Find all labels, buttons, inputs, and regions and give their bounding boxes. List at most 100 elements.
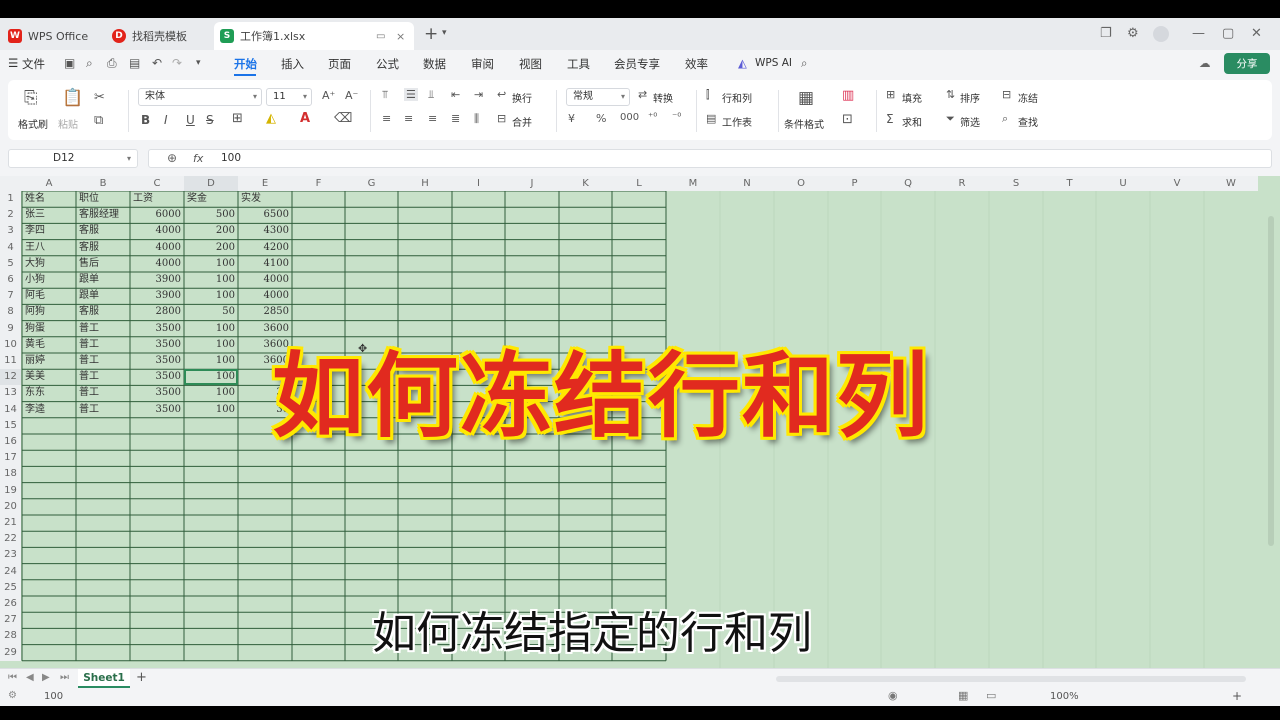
table-cell[interactable]: 200: [184, 223, 238, 239]
zoom-formula-icon[interactable]: ⊕: [167, 151, 177, 165]
table-cell[interactable]: 奖金: [184, 191, 238, 207]
fx-icon[interactable]: fx: [193, 152, 203, 165]
table-cell[interactable]: 4200: [238, 240, 292, 256]
row-header-24[interactable]: 24: [0, 563, 21, 580]
bold-icon[interactable]: B: [141, 113, 150, 127]
find-icon[interactable]: ⌕: [1002, 112, 1008, 126]
number-format-select[interactable]: 常规 ▾: [566, 88, 630, 106]
justify-icon[interactable]: ≣: [451, 112, 460, 125]
eye-protect-icon[interactable]: ◉: [888, 689, 898, 702]
border-icon[interactable]: ⊞: [232, 111, 243, 126]
quick-access-chevron-icon[interactable]: ▾: [196, 58, 201, 68]
prev-sheet-icon[interactable]: ◀: [26, 672, 34, 683]
column-header-S[interactable]: S: [989, 176, 1043, 191]
table-cell[interactable]: 小狗: [22, 272, 76, 288]
italic-icon[interactable]: I: [164, 113, 168, 127]
align-left-icon[interactable]: ≡: [382, 112, 391, 125]
table-cell[interactable]: 100: [184, 288, 238, 304]
save-icon[interactable]: ▣: [64, 56, 75, 70]
fill-color-icon[interactable]: ◭: [266, 111, 276, 126]
table-cell[interactable]: 6000: [130, 207, 184, 223]
column-header-T[interactable]: T: [1043, 176, 1096, 191]
print-preview-icon[interactable]: ▤: [129, 56, 140, 70]
print-icon[interactable]: ⎙: [107, 56, 117, 71]
sum-icon[interactable]: Σ: [886, 112, 894, 126]
row-header-22[interactable]: 22: [0, 531, 21, 548]
search-icon[interactable]: ⌕: [801, 56, 807, 71]
table-cell[interactable]: 3500: [130, 369, 184, 385]
table-cell[interactable]: 200: [184, 240, 238, 256]
name-box[interactable]: D12 ▾: [8, 149, 138, 168]
row-header-23[interactable]: 23: [0, 547, 21, 564]
table-cell[interactable]: 4000: [238, 288, 292, 304]
column-header-A[interactable]: A: [22, 176, 76, 191]
column-header-I[interactable]: I: [452, 176, 505, 191]
table-cell[interactable]: 500: [184, 207, 238, 223]
wrap-label[interactable]: 换行: [512, 90, 532, 105]
convert-label[interactable]: 转换: [653, 90, 673, 105]
table-cell[interactable]: 工资: [130, 191, 184, 207]
row-header-18[interactable]: 18: [0, 466, 21, 483]
row-header-5[interactable]: 5: [0, 255, 21, 272]
find-replace-icon[interactable]: ⌕: [86, 56, 93, 71]
table-cell[interactable]: 3600: [238, 321, 292, 337]
vertical-scrollbar[interactable]: [1268, 216, 1274, 546]
table-cell[interactable]: 4000: [238, 272, 292, 288]
table-cell[interactable]: 100: [184, 402, 238, 418]
underline-icon[interactable]: U: [186, 113, 195, 127]
table-cell[interactable]: 售后: [76, 256, 130, 272]
sort-label[interactable]: 排序: [960, 90, 980, 105]
formula-input[interactable]: ⊕ fx 100: [148, 149, 1272, 168]
undo-icon[interactable]: ↶: [152, 56, 162, 70]
menu-member[interactable]: 会员专享: [614, 56, 660, 72]
table-cell[interactable]: 3500: [130, 321, 184, 337]
fill-icon[interactable]: ⊞: [886, 88, 895, 101]
wrap-icon[interactable]: ↩: [497, 88, 506, 101]
paste-label[interactable]: 粘贴: [58, 116, 78, 131]
new-tab-plus-icon[interactable]: +: [424, 24, 438, 44]
column-header-H[interactable]: H: [398, 176, 452, 191]
table-cell[interactable]: 3900: [130, 272, 184, 288]
clear-format-icon[interactable]: ⌫: [334, 111, 352, 126]
menu-home[interactable]: 开始: [234, 56, 257, 72]
row-header-6[interactable]: 6: [0, 272, 21, 289]
table-cell[interactable]: 客服: [76, 223, 130, 239]
tab-monitor-icon[interactable]: ▭: [376, 31, 385, 42]
filter-icon[interactable]: ⏷: [946, 112, 955, 126]
find-label[interactable]: 查找: [1018, 114, 1038, 129]
row-header-8[interactable]: 8: [0, 304, 21, 321]
menu-page[interactable]: 页面: [328, 56, 351, 72]
align-center-icon[interactable]: ≡: [404, 112, 413, 125]
avatar[interactable]: [1153, 26, 1169, 42]
column-header-L[interactable]: L: [612, 176, 666, 191]
row-col-icon[interactable]: ⫿: [706, 88, 710, 102]
column-header-O[interactable]: O: [774, 176, 828, 191]
redo-icon[interactable]: ↷: [172, 56, 182, 70]
table-cell[interactable]: 100: [184, 385, 238, 401]
row-header-9[interactable]: 9: [0, 320, 21, 337]
cloud-icon[interactable]: ☁: [1199, 56, 1211, 70]
table-cell[interactable]: 2850: [238, 304, 292, 320]
menu-file[interactable]: 文件: [22, 56, 45, 72]
conditional-format-icon[interactable]: ▦: [798, 88, 814, 108]
table-cell[interactable]: 职位: [76, 191, 130, 207]
table-cell[interactable]: 3500: [130, 385, 184, 401]
align-bottom-icon[interactable]: ⫫: [428, 88, 434, 102]
table-cell[interactable]: 客服经理: [76, 207, 130, 223]
table-cell[interactable]: 4100: [238, 256, 292, 272]
row-header-3[interactable]: 3: [0, 223, 21, 240]
menu-data[interactable]: 数据: [423, 56, 446, 72]
column-header-B[interactable]: B: [76, 176, 130, 191]
column-header-D[interactable]: D: [184, 176, 238, 191]
table-cell[interactable]: 4300: [238, 223, 292, 239]
table-cell[interactable]: 姓名: [22, 191, 76, 207]
indent-increase-icon[interactable]: ⇥: [474, 88, 483, 101]
merge-icon[interactable]: ⊟: [497, 112, 506, 125]
share-button[interactable]: 分享: [1224, 53, 1270, 74]
table-cell[interactable]: 4000: [130, 256, 184, 272]
conditional-format-label[interactable]: 条件格式: [784, 116, 824, 131]
tab-workbook[interactable]: S 工作簿1.xlsx ▭ ×: [214, 22, 414, 50]
column-header-U[interactable]: U: [1096, 176, 1150, 191]
font-color-icon[interactable]: A: [300, 111, 310, 126]
row-header-14[interactable]: 14: [0, 401, 21, 418]
